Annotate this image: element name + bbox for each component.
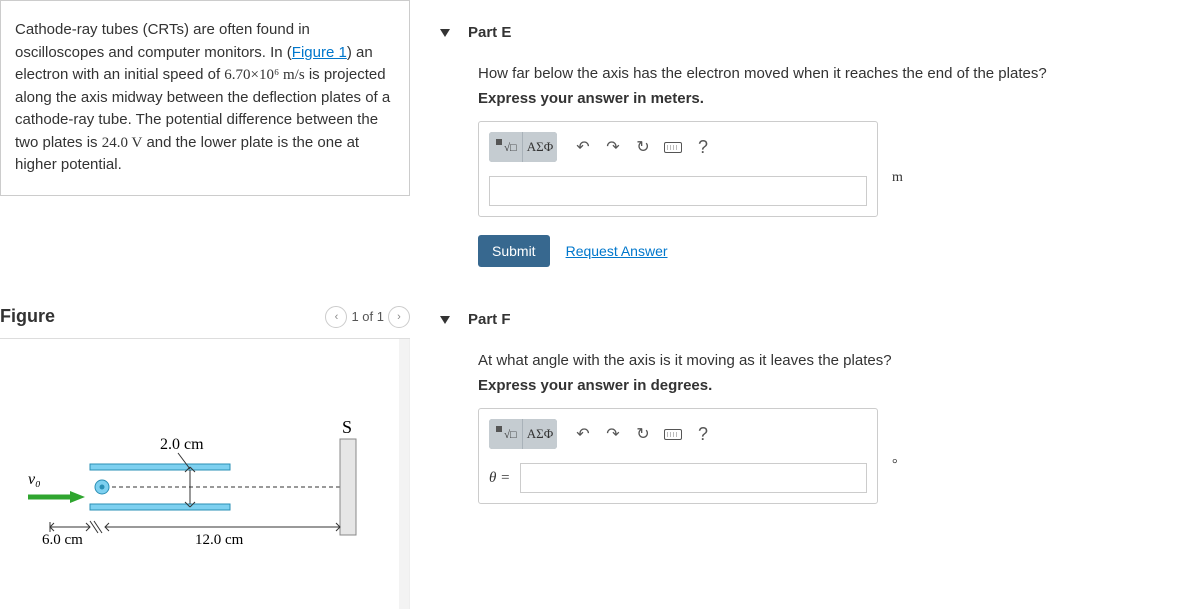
- figure-nav: ‹ 1 of 1 ›: [325, 306, 410, 328]
- reset-button[interactable]: ↻: [629, 133, 657, 161]
- caret-down-icon: [440, 316, 450, 324]
- gap-label: 2.0 cm: [160, 436, 204, 453]
- templates-button[interactable]: √□: [489, 419, 523, 449]
- part-f-prefix: θ =: [489, 470, 510, 487]
- svg-text:√□: √□: [504, 142, 517, 154]
- part-e-title: Part E: [468, 24, 511, 41]
- voltage-value: 24.0 V: [102, 135, 143, 151]
- svg-text:√□: √□: [504, 429, 517, 441]
- figure-diagram: 2.0 cm v₀ S: [0, 339, 409, 582]
- part-f-header[interactable]: Part F: [440, 297, 1200, 342]
- part-e-instruction: Express your answer in meters.: [478, 90, 1200, 107]
- figure-next-button[interactable]: ›: [388, 306, 410, 328]
- undo-button[interactable]: ↶: [569, 420, 597, 448]
- redo-button[interactable]: ↷: [599, 420, 627, 448]
- length-label: 12.0 cm: [195, 532, 244, 548]
- before-label: 6.0 cm: [42, 532, 83, 548]
- undo-button[interactable]: ↶: [569, 133, 597, 161]
- screen-label: S: [342, 417, 352, 437]
- reset-button[interactable]: ↻: [629, 420, 657, 448]
- part-f-question: At what angle with the axis is it moving…: [478, 352, 1200, 369]
- part-e-header[interactable]: Part E: [440, 10, 1200, 55]
- figure-link[interactable]: Figure 1: [292, 44, 347, 61]
- part-f-instruction: Express your answer in degrees.: [478, 377, 1200, 394]
- help-button[interactable]: ?: [689, 133, 717, 161]
- templates-button[interactable]: √□: [489, 132, 523, 162]
- part-f-input[interactable]: [520, 463, 867, 493]
- part-e-question: How far below the axis has the electron …: [478, 65, 1200, 82]
- greek-button[interactable]: ΑΣΦ: [523, 419, 557, 449]
- redo-button[interactable]: ↷: [599, 133, 627, 161]
- problem-text-1: Cathode-ray tubes (CRTs) are often found…: [15, 21, 310, 61]
- part-e-answer-box: √□ ΑΣΦ ↶ ↷ ↻ ?: [478, 121, 878, 217]
- part-f-answer-box: √□ ΑΣΦ ↶ ↷ ↻ ? θ =: [478, 408, 878, 504]
- caret-down-icon: [440, 29, 450, 37]
- part-f-title: Part F: [468, 311, 511, 328]
- figure-scrollbar[interactable]: [399, 339, 409, 609]
- keyboard-button[interactable]: [659, 420, 687, 448]
- figure-prev-button[interactable]: ‹: [325, 306, 347, 328]
- figure-nav-text: 1 of 1: [351, 309, 384, 324]
- help-button[interactable]: ?: [689, 420, 717, 448]
- problem-statement: Cathode-ray tubes (CRTs) are often found…: [0, 0, 410, 196]
- figure-title: Figure: [0, 306, 55, 327]
- submit-button[interactable]: Submit: [478, 235, 550, 267]
- part-e-unit: m: [892, 170, 903, 186]
- greek-button[interactable]: ΑΣΦ: [523, 132, 557, 162]
- speed-value: 6.70×10⁶ m/s: [224, 67, 304, 83]
- part-e-input[interactable]: [489, 176, 867, 206]
- keyboard-button[interactable]: [659, 133, 687, 161]
- request-answer-link[interactable]: Request Answer: [566, 243, 668, 259]
- v0-label: v₀: [28, 471, 41, 488]
- part-f-unit: °: [892, 457, 898, 473]
